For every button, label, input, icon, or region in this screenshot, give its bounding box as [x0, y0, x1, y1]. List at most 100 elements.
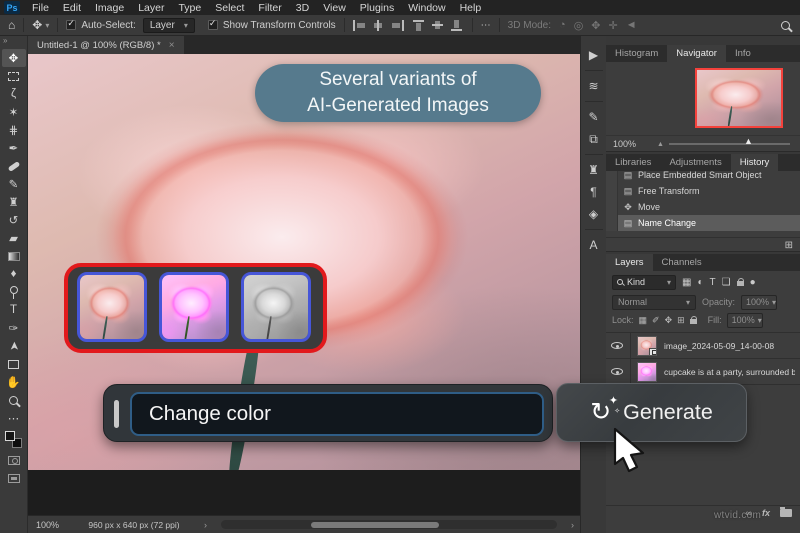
variant-thumbnail-3[interactable]	[241, 272, 311, 342]
menu-edit[interactable]: Edit	[56, 0, 88, 15]
clone-source-panel-icon[interactable]: ⧉	[581, 128, 607, 150]
layer-effects-icon[interactable]: fx	[762, 508, 770, 518]
navigator-preview[interactable]	[695, 68, 783, 128]
type-tool[interactable]: T	[2, 301, 26, 319]
status-chevron-icon[interactable]: ›	[571, 520, 574, 530]
menu-plugins[interactable]: Plugins	[353, 0, 401, 15]
taskbar-grip-handle[interactable]	[114, 400, 119, 428]
history-snapshot-slot[interactable]	[606, 215, 618, 231]
variant-thumbnail-2[interactable]	[159, 272, 229, 342]
gradient-tool[interactable]	[2, 247, 26, 265]
menu-help[interactable]: Help	[453, 0, 489, 15]
blend-mode-dropdown[interactable]: Normal ▾	[612, 295, 696, 310]
filter-adjustment-layers-icon[interactable]: ◐	[697, 277, 703, 288]
menu-select[interactable]: Select	[208, 0, 251, 15]
edit-toolbar-button[interactable]: ⋯	[2, 409, 26, 427]
crop-tool[interactable]: ⋕	[2, 121, 26, 139]
3d-slide-icon[interactable]: ✛	[609, 19, 618, 32]
foreground-color-swatch[interactable]	[5, 431, 15, 441]
slider-thumb-icon[interactable]: ▲	[744, 136, 753, 146]
3d-orbit-icon[interactable]: ◔	[559, 19, 566, 32]
clone-stamp-tool[interactable]: ♜	[2, 193, 26, 211]
align-bottom-icon[interactable]	[451, 20, 464, 31]
scrollbar-thumb[interactable]	[311, 522, 439, 528]
tab-history[interactable]: History	[731, 154, 779, 171]
menu-layer[interactable]: Layer	[131, 0, 171, 15]
character-panel-icon[interactable]: A	[581, 234, 607, 256]
dodge-tool[interactable]	[2, 283, 26, 301]
opacity-field[interactable]: 100% ▾	[741, 295, 777, 310]
quick-mask-button[interactable]	[2, 451, 26, 469]
history-snapshot-slot[interactable]	[606, 183, 618, 199]
tab-layers[interactable]: Layers	[606, 254, 653, 271]
new-document-from-state-icon[interactable]: ⊞	[785, 240, 793, 251]
3d-panel-icon[interactable]: ◈	[581, 203, 607, 225]
lock-transparency-icon[interactable]: ▦	[639, 315, 648, 326]
marquee-tool[interactable]	[2, 67, 26, 85]
new-group-folder-icon[interactable]	[780, 509, 792, 517]
tab-info[interactable]: Info	[726, 45, 760, 62]
actions-panel-icon[interactable]: ▶	[581, 44, 607, 66]
3d-roll-icon[interactable]: ◎	[574, 19, 584, 32]
filter-kind-dropdown[interactable]: Kind ▾	[612, 275, 676, 290]
status-zoom-field[interactable]: 100%	[36, 520, 70, 530]
paragraph-panel-icon[interactable]: ¶	[581, 181, 607, 203]
menu-window[interactable]: Window	[401, 0, 452, 15]
toolbar-collapse-icon[interactable]: »	[0, 36, 27, 49]
layer-thumbnail[interactable]	[637, 362, 657, 382]
search-icon[interactable]	[781, 21, 790, 30]
history-item-selected[interactable]: ▤ Name Change	[606, 215, 800, 231]
lock-pixels-icon[interactable]: ✐	[652, 315, 660, 326]
eyedropper-tool[interactable]: ✒	[2, 139, 26, 157]
align-left-icon[interactable]	[353, 20, 366, 31]
lasso-tool[interactable]: ζ	[2, 85, 26, 103]
auto-select-dropdown[interactable]: Layer ▾	[143, 18, 195, 33]
filter-pixel-layers-icon[interactable]: ▦	[682, 277, 691, 288]
screen-mode-button[interactable]	[2, 469, 26, 487]
lock-position-icon[interactable]: ✥	[665, 315, 673, 326]
layer-name[interactable]: cupcake is at a party, surrounded by flo…	[664, 367, 795, 377]
layer-thumbnail[interactable]	[637, 336, 657, 356]
align-middle-icon[interactable]	[432, 20, 445, 31]
tool-presets-panel-icon[interactable]: ♜	[581, 159, 607, 181]
filter-shape-layers-icon[interactable]: ❏	[722, 277, 731, 288]
visibility-eye-icon[interactable]	[611, 342, 623, 349]
hand-tool[interactable]: ✋	[2, 373, 26, 391]
properties-panel-icon[interactable]: ≋	[581, 75, 607, 97]
photoshop-logo[interactable]: Ps	[4, 1, 20, 14]
tab-channels[interactable]: Channels	[653, 254, 711, 271]
menu-filter[interactable]: Filter	[251, 0, 288, 15]
history-snapshot-slot[interactable]	[606, 199, 618, 215]
filter-toggle-icon[interactable]: ●	[750, 277, 756, 288]
close-icon[interactable]: ×	[169, 40, 175, 51]
status-chevron-icon[interactable]: ›	[204, 520, 207, 530]
menu-type[interactable]: Type	[171, 0, 208, 15]
pen-tool[interactable]: ✑	[2, 319, 26, 337]
tab-adjustments[interactable]: Adjustments	[660, 154, 730, 171]
history-snapshot-slot[interactable]	[606, 171, 618, 183]
filter-smart-object-icon[interactable]	[737, 281, 744, 286]
generate-button[interactable]: ↻ ✦ ✧ Generate	[556, 383, 747, 442]
brush-settings-panel-icon[interactable]: ✎	[581, 106, 607, 128]
color-swatches[interactable]	[2, 427, 26, 451]
prompt-input[interactable]	[130, 392, 544, 436]
history-item[interactable]: ✥ Move	[606, 199, 800, 215]
tab-navigator[interactable]: Navigator	[667, 45, 726, 62]
brush-tool[interactable]: ✎	[2, 175, 26, 193]
3d-camera-icon[interactable]: ◄	[626, 19, 637, 32]
zoom-out-icon[interactable]: ▲	[657, 141, 664, 148]
filter-type-layers-icon[interactable]: T	[710, 277, 716, 288]
menu-image[interactable]: Image	[88, 0, 131, 15]
home-icon[interactable]: ⌂	[8, 18, 15, 32]
lock-artboard-icon[interactable]: ⊞	[677, 315, 685, 326]
more-options-icon[interactable]: ⋯	[481, 20, 491, 31]
menu-view[interactable]: View	[316, 0, 353, 15]
blur-tool[interactable]: ♦	[2, 265, 26, 283]
lock-all-icon[interactable]	[690, 319, 697, 324]
visibility-eye-icon[interactable]	[611, 368, 623, 375]
rectangle-tool[interactable]	[2, 355, 26, 373]
tab-histogram[interactable]: Histogram	[606, 45, 667, 62]
magic-wand-tool[interactable]: ✶	[2, 103, 26, 121]
layer-row[interactable]: image_2024-05-09_14-00-08	[606, 333, 800, 359]
align-top-icon[interactable]	[413, 20, 426, 31]
